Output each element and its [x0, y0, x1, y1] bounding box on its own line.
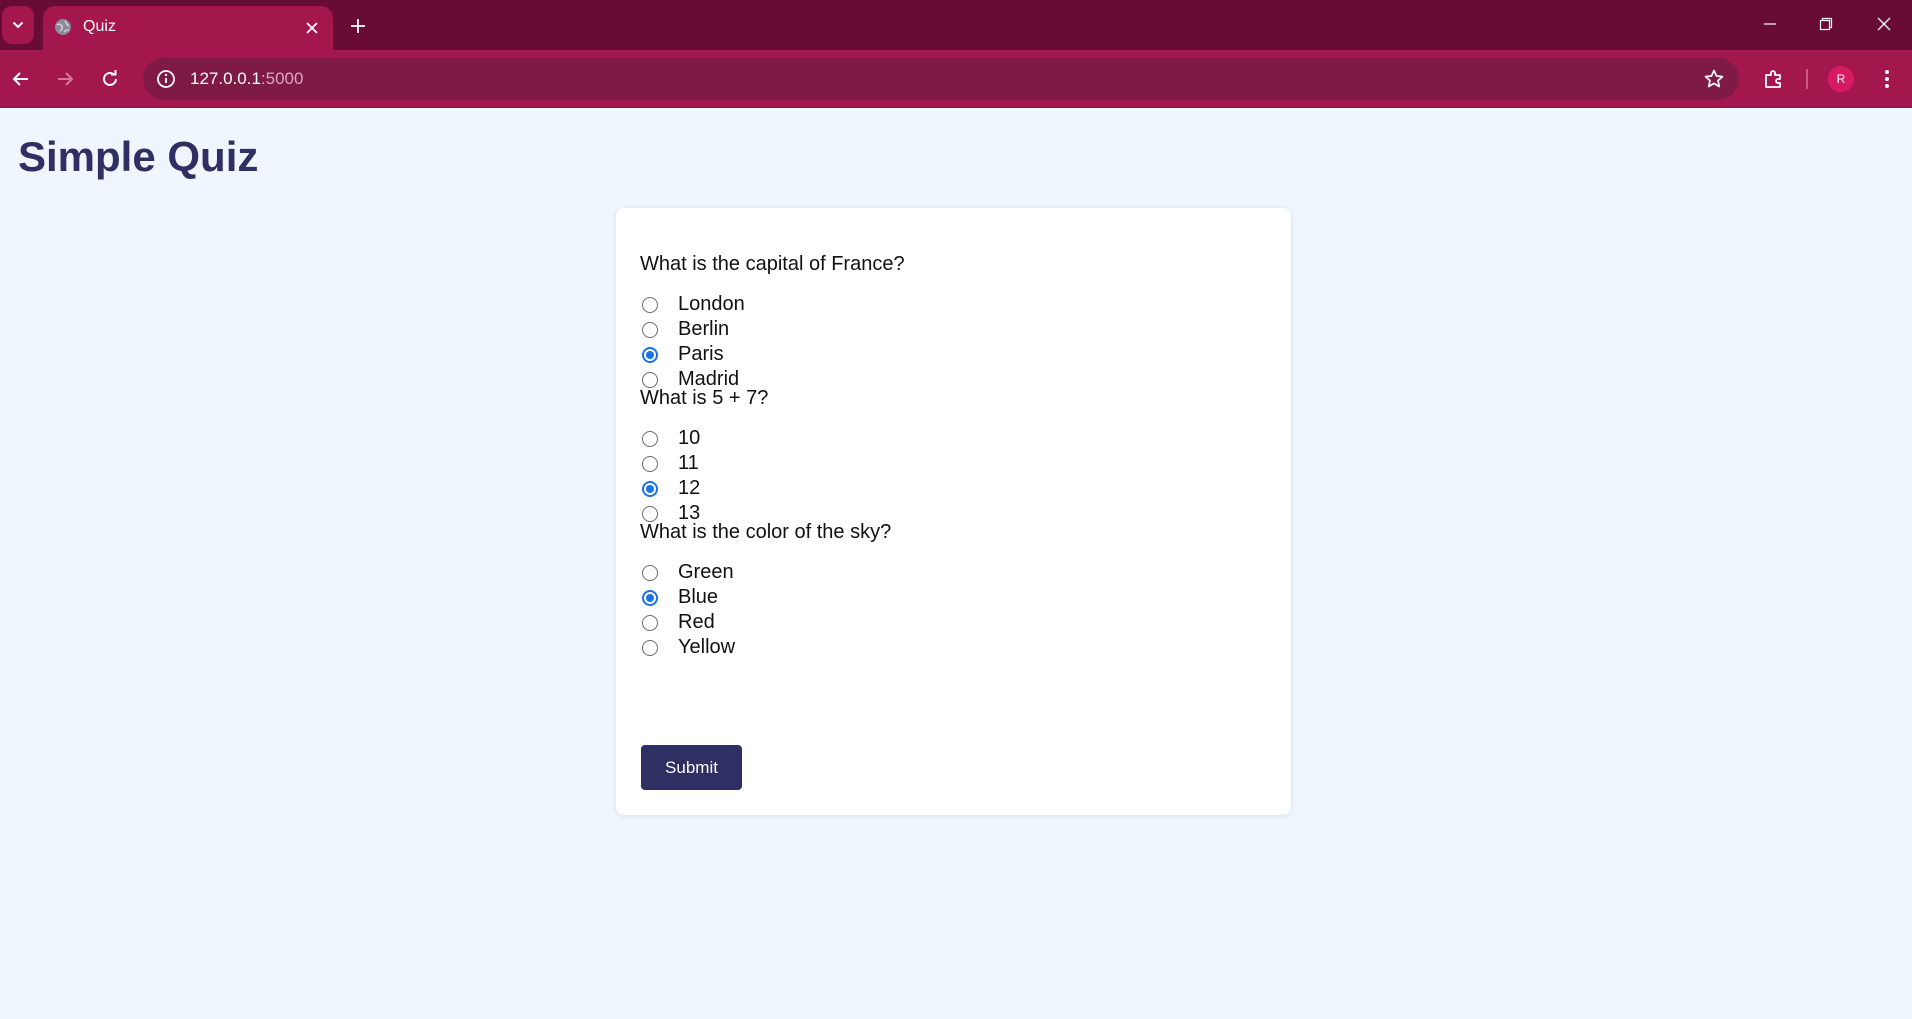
tab-title: Quiz: [83, 18, 116, 35]
restore-icon: [1819, 17, 1833, 31]
back-button[interactable]: [5, 63, 37, 95]
profile-avatar[interactable]: R: [1828, 66, 1854, 92]
minimize-icon: [1764, 23, 1776, 25]
radio-button[interactable]: [642, 639, 658, 656]
url-host: 127.0.0.1: [190, 69, 261, 88]
info-icon[interactable]: [155, 68, 177, 90]
option-label: Green: [678, 561, 734, 583]
option-label: 11: [678, 452, 699, 474]
radio-button-selected[interactable]: [642, 480, 658, 497]
radio-button[interactable]: [642, 614, 658, 631]
option-label: Blue: [678, 586, 719, 608]
url-text: 127.0.0.1:5000: [190, 69, 303, 89]
plus-icon: [351, 19, 365, 33]
reload-button[interactable]: [94, 63, 126, 95]
option-label: 12: [678, 477, 701, 499]
question-1: What is the capital of France?: [640, 253, 905, 275]
radio-button[interactable]: [642, 321, 658, 338]
radio-button[interactable]: [642, 455, 658, 472]
q2-option-11[interactable]: 11: [640, 451, 699, 476]
browser-toolbar: 127.0.0.1:5000: [0, 50, 1912, 108]
option-label: London: [678, 293, 745, 315]
radio-button[interactable]: [642, 430, 658, 447]
url-port: :5000: [260, 69, 304, 88]
window-close-button[interactable]: [1862, 8, 1906, 40]
browser-menu-button[interactable]: [1871, 63, 1903, 95]
extensions-button[interactable]: [1758, 63, 1790, 95]
close-icon: [306, 22, 318, 34]
radio-button[interactable]: [642, 564, 658, 581]
q3-option-blue[interactable]: Blue: [640, 585, 718, 610]
page-title: Simple Quiz: [18, 133, 259, 180]
radio-button-selected[interactable]: [642, 346, 658, 363]
forward-button[interactable]: [49, 63, 81, 95]
option-label: Paris: [678, 343, 724, 365]
star-icon[interactable]: [1703, 68, 1725, 90]
option-label: 10: [678, 427, 701, 449]
option-label: Berlin: [678, 318, 730, 340]
option-label: Red: [678, 611, 715, 633]
quiz-card: What is the capital of France? London Be…: [616, 208, 1291, 815]
question-3: What is the color of the sky?: [640, 521, 892, 543]
restore-button[interactable]: [1804, 8, 1848, 40]
radio-button-selected[interactable]: [642, 589, 658, 606]
radio-button[interactable]: [642, 296, 658, 313]
minimize-button[interactable]: [1748, 8, 1792, 40]
forward-icon: [58, 72, 74, 86]
q1-option-paris[interactable]: Paris: [640, 342, 724, 367]
tab-list-button[interactable]: [2, 6, 34, 44]
menu-icon: [1885, 70, 1889, 88]
address-bar[interactable]: 127.0.0.1:5000: [143, 58, 1739, 100]
browser-title-bar: Quiz: [0, 0, 1912, 50]
window-close-icon: [1877, 17, 1891, 31]
back-icon: [12, 72, 28, 86]
new-tab-button[interactable]: [344, 12, 372, 40]
q1-option-london[interactable]: London: [640, 292, 745, 317]
toolbar-divider: [1806, 69, 1808, 89]
submit-button[interactable]: Submit: [641, 745, 742, 790]
tab-close-button[interactable]: [301, 17, 323, 39]
q2-option-10[interactable]: 10: [640, 426, 700, 451]
question-2: What is 5 + 7?: [640, 387, 769, 409]
q3-option-red[interactable]: Red: [640, 610, 715, 635]
tab-quiz[interactable]: Quiz: [43, 6, 333, 50]
q2-option-12[interactable]: 12: [640, 476, 700, 501]
q3-option-green[interactable]: Green: [640, 560, 734, 585]
option-label: Yellow: [678, 636, 736, 658]
chevron-down-icon: [13, 22, 23, 29]
q1-option-berlin[interactable]: Berlin: [640, 317, 729, 342]
page-content: Simple Quiz What is the capital of Franc…: [0, 109, 1912, 1019]
q3-option-yellow[interactable]: Yellow: [640, 635, 735, 660]
globe-icon: [55, 19, 71, 35]
reload-icon: [103, 70, 117, 86]
extensions-icon: [1765, 70, 1781, 88]
